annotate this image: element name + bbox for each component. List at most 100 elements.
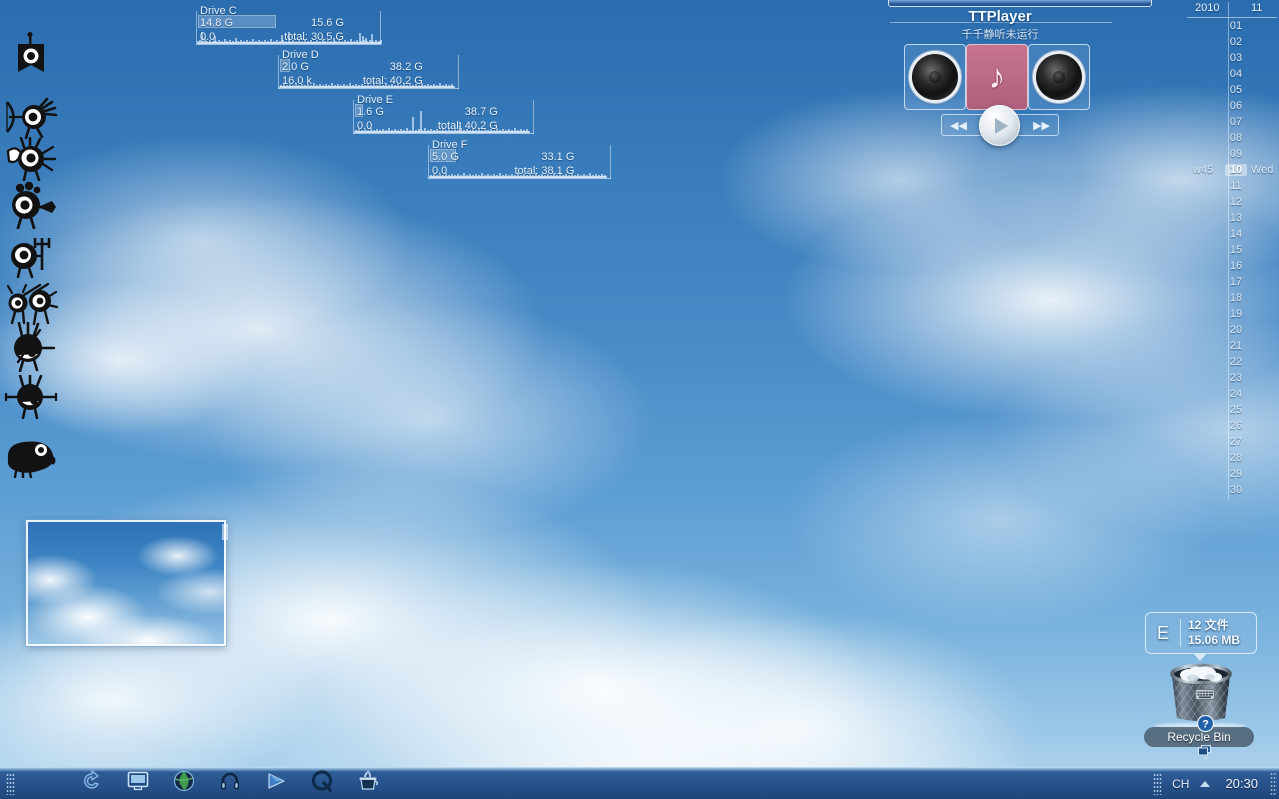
calendar-day-row[interactable]: 19	[1185, 308, 1279, 324]
quicklaunch-grip-handle[interactable]	[6, 772, 15, 795]
calendar-day-row[interactable]: 25	[1185, 404, 1279, 420]
calendar-widget[interactable]: 2010 11 01 02 03 04 05 06 07 08 09 w45 10 Wed 11 12 13…	[1185, 0, 1279, 500]
calendar-day-number: 02	[1229, 36, 1243, 48]
taskbar-clock[interactable]: 20:30	[1217, 776, 1270, 791]
calendar-day-list: 01 02 03 04 05 06 07 08 09 w45 10 Wed 11 12 13 14 15 16 17…	[1185, 20, 1279, 500]
drive-used-space: 38.7 G	[464, 106, 498, 118]
keyboard-icon[interactable]	[1193, 679, 1217, 709]
calendar-day-row[interactable]: 06	[1185, 100, 1279, 116]
calendar-day-number: 28	[1229, 452, 1243, 464]
blob-creature-icon[interactable]	[4, 430, 58, 484]
calendar-day-row[interactable]: 03	[1185, 52, 1279, 68]
calendar-day-row[interactable]: 11	[1185, 180, 1279, 196]
calendar-day-row[interactable]: 16	[1185, 260, 1279, 276]
help-question-icon[interactable]: ?	[1193, 709, 1217, 739]
bow-eye-icon[interactable]	[4, 370, 58, 424]
calendar-day-row[interactable]: 20	[1185, 324, 1279, 340]
calendar-day-number: 12	[1229, 196, 1243, 208]
calendar-day-row[interactable]: 28	[1185, 452, 1279, 468]
banner-eye-icon[interactable]	[4, 30, 58, 84]
headphones-button[interactable]	[207, 769, 253, 799]
calendar-day-number: 23	[1229, 372, 1243, 384]
calendar-day-row[interactable]: 12	[1185, 196, 1279, 212]
system-tray: CH ? 20:30	[1147, 688, 1279, 799]
show-desktop-button[interactable]	[115, 769, 161, 799]
media-play-button[interactable]	[253, 769, 299, 799]
calendar-day-row[interactable]: 26	[1185, 420, 1279, 436]
calendar-day-row[interactable]: 07	[1185, 116, 1279, 132]
horn-eye-icon[interactable]	[4, 178, 58, 232]
calendar-day-row[interactable]: 30	[1185, 484, 1279, 500]
calendar-day-row[interactable]: 08	[1185, 132, 1279, 148]
calendar-day-row[interactable]: 15	[1185, 244, 1279, 260]
drive-used-space: 33.1 G	[541, 151, 575, 163]
calendar-day-row[interactable]: 27	[1185, 436, 1279, 452]
ime-language-indicator[interactable]: CH	[1168, 777, 1193, 791]
calendar-day-row[interactable]: 14	[1185, 228, 1279, 244]
taskbar[interactable]: CH ? 20:30	[0, 688, 1279, 799]
calendar-day-number: 05	[1229, 84, 1243, 96]
calendar-day-number: 08	[1229, 132, 1243, 144]
tray-grip-handle[interactable]	[1153, 772, 1163, 795]
drive-io-rate: 0.0	[357, 120, 373, 132]
speaker-icon	[1036, 54, 1082, 100]
drive-baseline	[278, 88, 459, 89]
drive-monitor-c[interactable]: Drive C 14.8 G 15.6 G 0.0 total: 30.5 G	[196, 5, 382, 45]
pot-button[interactable]	[345, 769, 391, 799]
drive-monitor-d[interactable]: Drive D 2.0 G 38.2 G 16.0 k total: 40.2 G	[278, 49, 459, 89]
calendar-day-number: 19	[1229, 308, 1243, 320]
tray-icon-list: ?	[1193, 679, 1217, 799]
next-track-icon[interactable]: ▶▶	[1033, 119, 1050, 132]
qq-button[interactable]	[299, 769, 345, 799]
calendar-day-row[interactable]: 22	[1185, 356, 1279, 372]
drive-monitor-f[interactable]: Drive F 5.0 G 33.1 G 0.0 total: 38.1 G	[428, 139, 611, 179]
calendar-day-row[interactable]: 24	[1185, 388, 1279, 404]
drive-monitor-e[interactable]: Drive E 1.6 G 38.7 G 0.0 total: 40.2 G	[353, 94, 534, 134]
calendar-day-row[interactable]: 21	[1185, 340, 1279, 356]
calendar-day-row[interactable]: 13	[1185, 212, 1279, 228]
trident-eye-icon[interactable]	[4, 228, 58, 282]
calendar-day-row[interactable]: 05	[1185, 84, 1279, 100]
calendar-day-number: 22	[1229, 356, 1243, 368]
calendar-day-row[interactable]: 29	[1185, 468, 1279, 484]
calendar-day-number: 15	[1229, 244, 1243, 256]
drive-right-rule	[458, 55, 459, 89]
calendar-day-number: 13	[1229, 212, 1243, 224]
browser-globe-button[interactable]	[161, 769, 207, 799]
calendar-day-number: 30	[1229, 484, 1243, 496]
drive-free-space: 1.6 G	[357, 106, 384, 118]
drive-used-space: 38.2 G	[389, 61, 423, 73]
calendar-header-rule	[1187, 17, 1277, 18]
play-button[interactable]	[979, 105, 1020, 146]
recycle-bin-size: 15.06 MB	[1188, 633, 1241, 647]
previous-track-icon[interactable]: ◀◀	[950, 119, 967, 132]
calendar-day-row[interactable]: 09	[1185, 148, 1279, 164]
ttplayer-left-speaker-button[interactable]	[904, 44, 966, 110]
calendar-day-row[interactable]: 23	[1185, 372, 1279, 388]
ttplayer-music-note-button[interactable]: ♪	[966, 44, 1028, 110]
calendar-day-row[interactable]: w45 10 Wed	[1185, 164, 1279, 180]
photo-frame-image	[28, 522, 224, 644]
spear-eye-icon[interactable]	[4, 320, 58, 374]
photo-frame-widget[interactable]	[26, 520, 226, 646]
speaker-icon	[912, 54, 958, 100]
show-desktop-grip[interactable]	[1270, 771, 1277, 796]
ttplayer-right-speaker-button[interactable]	[1028, 44, 1090, 110]
ttplayer-widget[interactable]: TTPlayer 千千静听未运行 ♪ ◀◀ ▶▶	[890, 6, 1112, 146]
play-icon	[995, 117, 1008, 134]
calendar-day-row[interactable]: 18	[1185, 292, 1279, 308]
drive-name: Drive E	[357, 94, 394, 106]
calendar-day-row[interactable]: 04	[1185, 68, 1279, 84]
show-hidden-icons-icon[interactable]	[1193, 769, 1217, 799]
restore-arrow-button[interactable]	[69, 769, 115, 799]
calendar-day-row[interactable]: 17	[1185, 276, 1279, 292]
cascade-windows-icon[interactable]	[1193, 739, 1217, 769]
calendar-day-row[interactable]: 02	[1185, 36, 1279, 52]
calendar-day-number: 20	[1229, 324, 1243, 336]
photo-frame-handle[interactable]	[222, 524, 228, 540]
recycle-bin-tooltip: E 12 文件 15.06 MB	[1145, 612, 1257, 654]
calendar-day-row[interactable]: 01	[1185, 20, 1279, 36]
calendar-day-number: 21	[1229, 340, 1243, 352]
drive-io-rate: 0.0	[200, 31, 216, 43]
recycle-bin-file-count: 12 文件	[1188, 618, 1229, 632]
